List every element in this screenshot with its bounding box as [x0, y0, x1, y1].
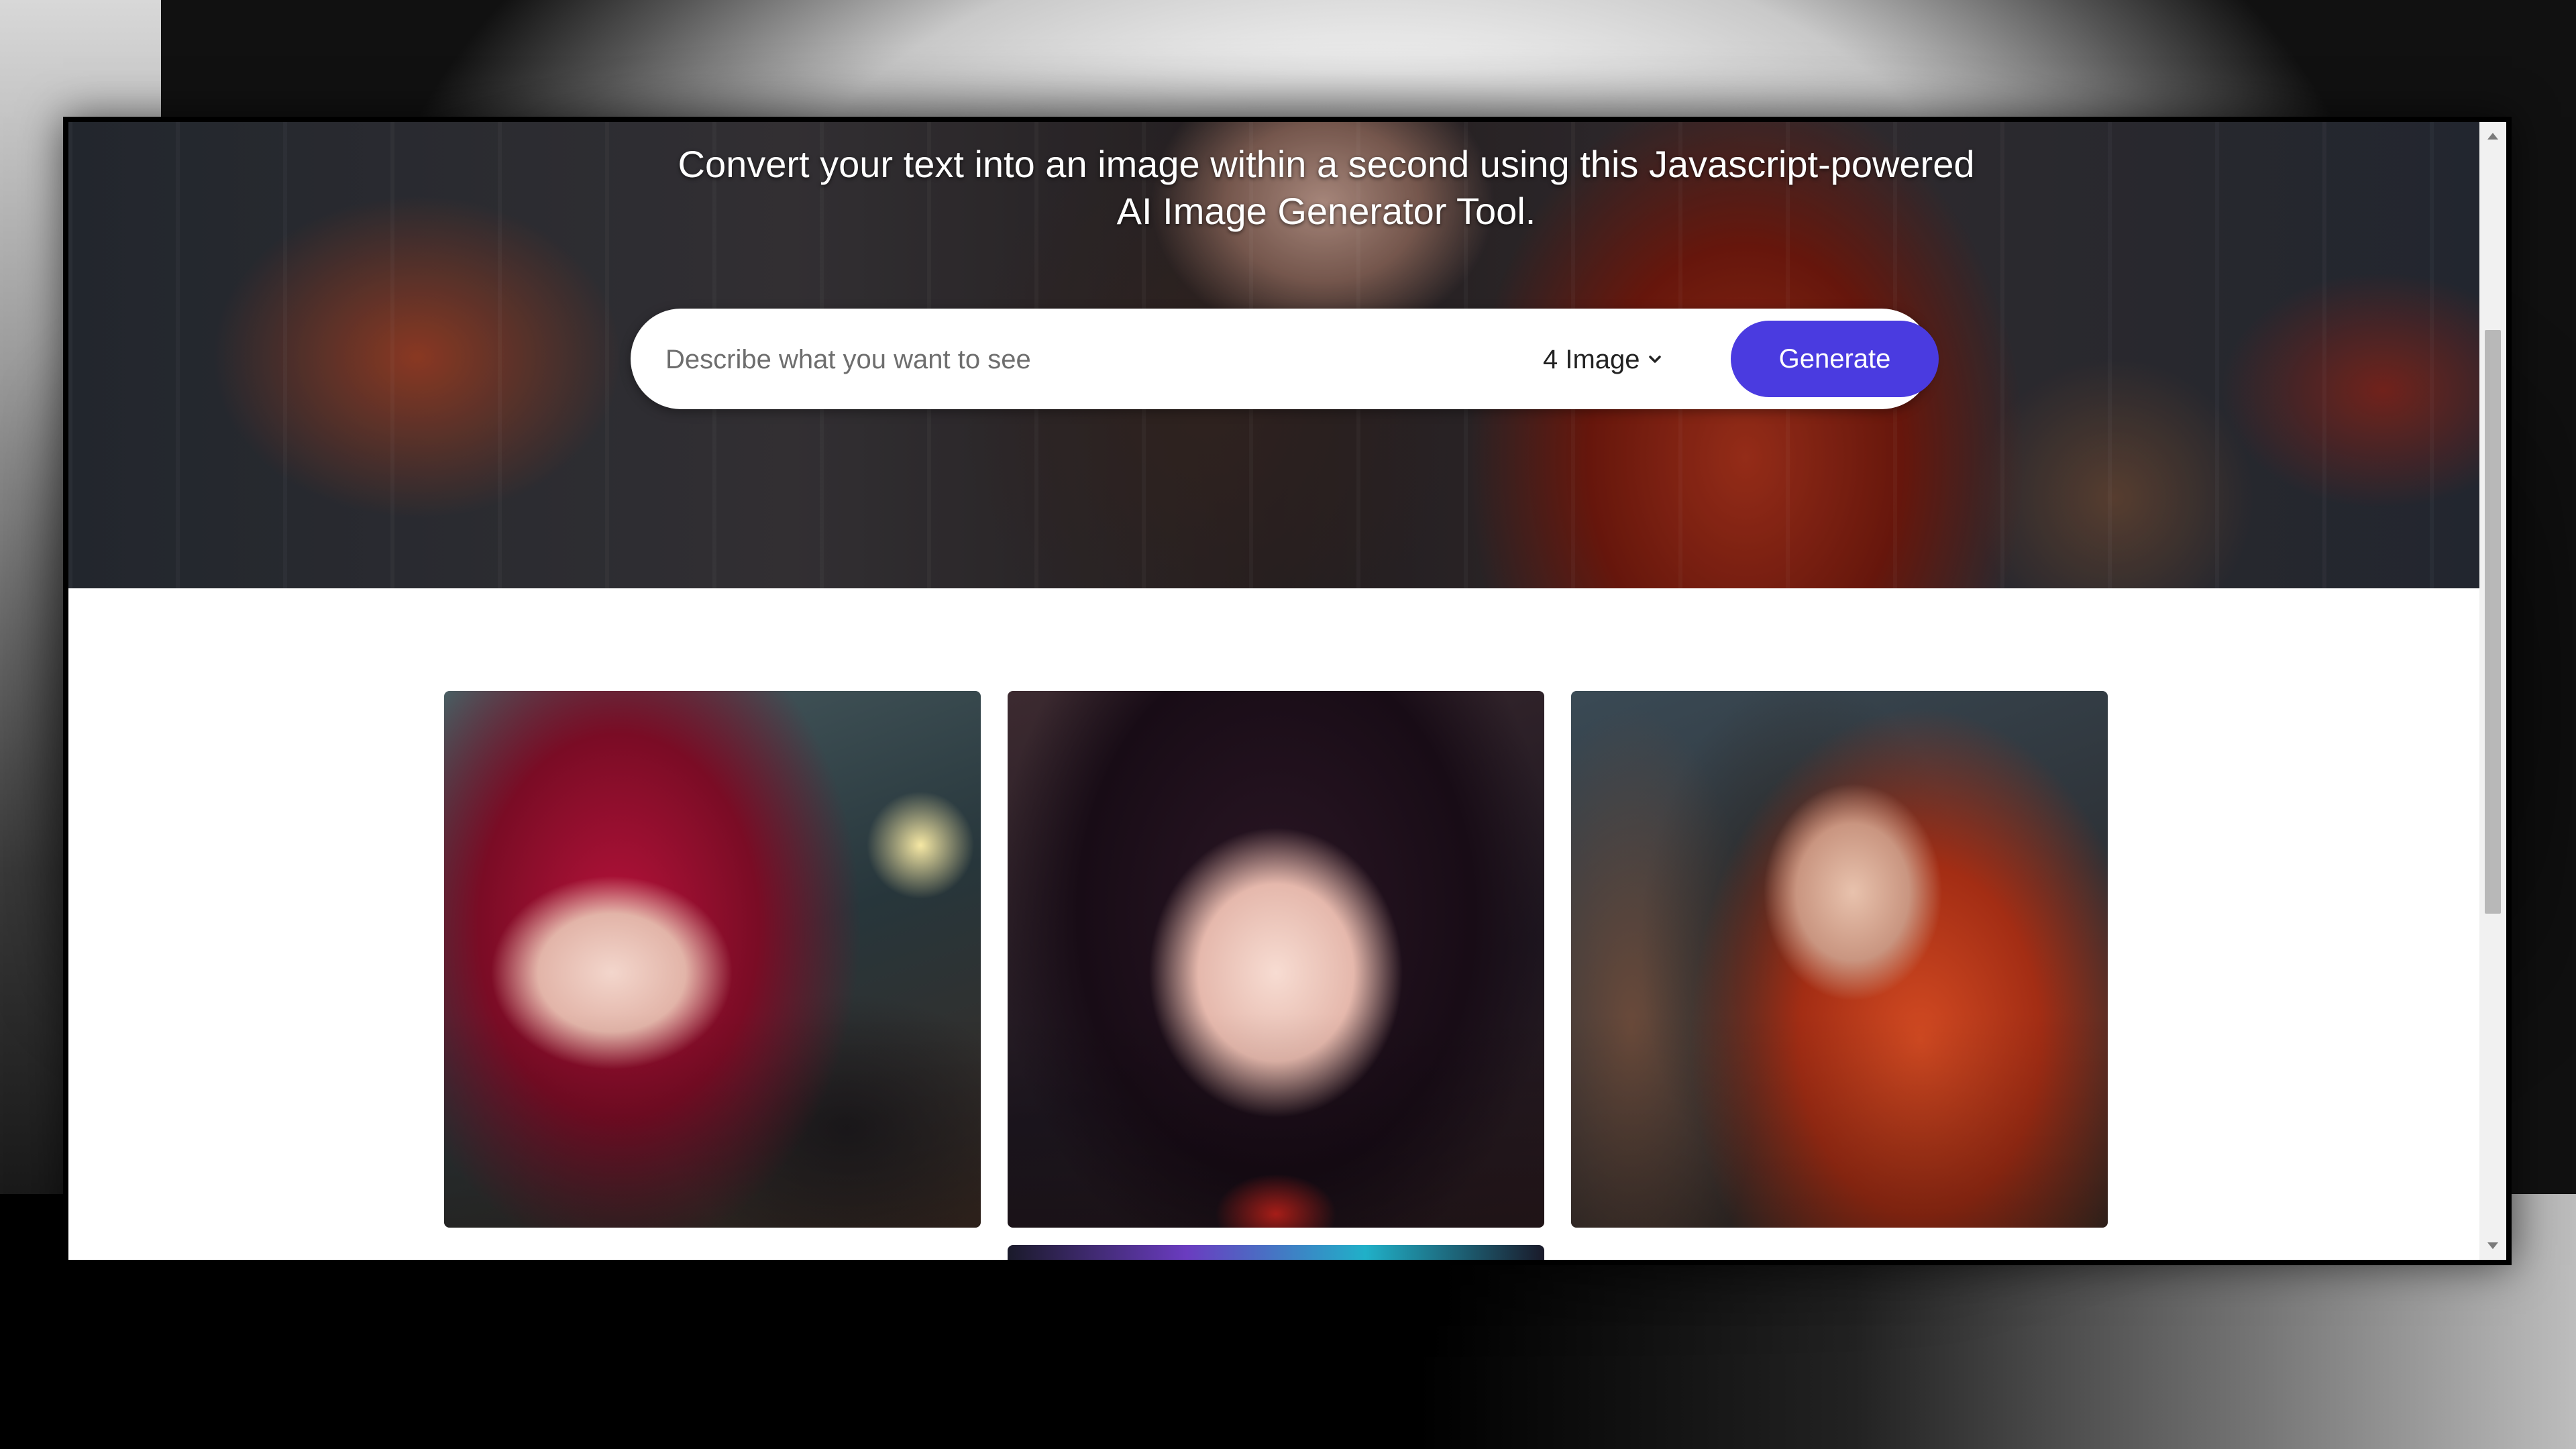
scroll-up-arrow-icon[interactable]: [2487, 133, 2498, 140]
image-count-select[interactable]: 4 Image: [1543, 341, 1663, 378]
scroll-down-arrow-icon[interactable]: [2487, 1242, 2498, 1249]
image-shade: [444, 691, 981, 1228]
image-shade: [1008, 691, 1544, 1228]
prompt-form: 4 Image Generate: [631, 309, 1939, 409]
page-viewport: Convert your text into an image within a…: [68, 122, 2506, 1260]
generated-image-card[interactable]: [1571, 691, 2108, 1228]
scrollbar-thumb[interactable]: [2485, 330, 2501, 914]
generated-image-card-partial[interactable]: [1008, 1245, 1544, 1260]
image-shade: [1571, 691, 2108, 1228]
image-gallery: [444, 691, 2108, 1228]
prompt-input[interactable]: [664, 335, 1472, 384]
browser-window: Convert your text into an image within a…: [63, 117, 2512, 1265]
vertical-scrollbar[interactable]: [2479, 122, 2506, 1260]
hero-title: Convert your text into an image within a…: [678, 143, 1975, 232]
chevron-down-icon: [1648, 356, 1661, 363]
generated-image-card[interactable]: [1008, 691, 1544, 1228]
hero-banner: Convert your text into an image within a…: [68, 122, 2479, 588]
generated-image-card[interactable]: [444, 691, 981, 1228]
generate-button[interactable]: Generate: [1731, 321, 1939, 397]
image-count-value: 4 Image: [1543, 344, 1640, 374]
